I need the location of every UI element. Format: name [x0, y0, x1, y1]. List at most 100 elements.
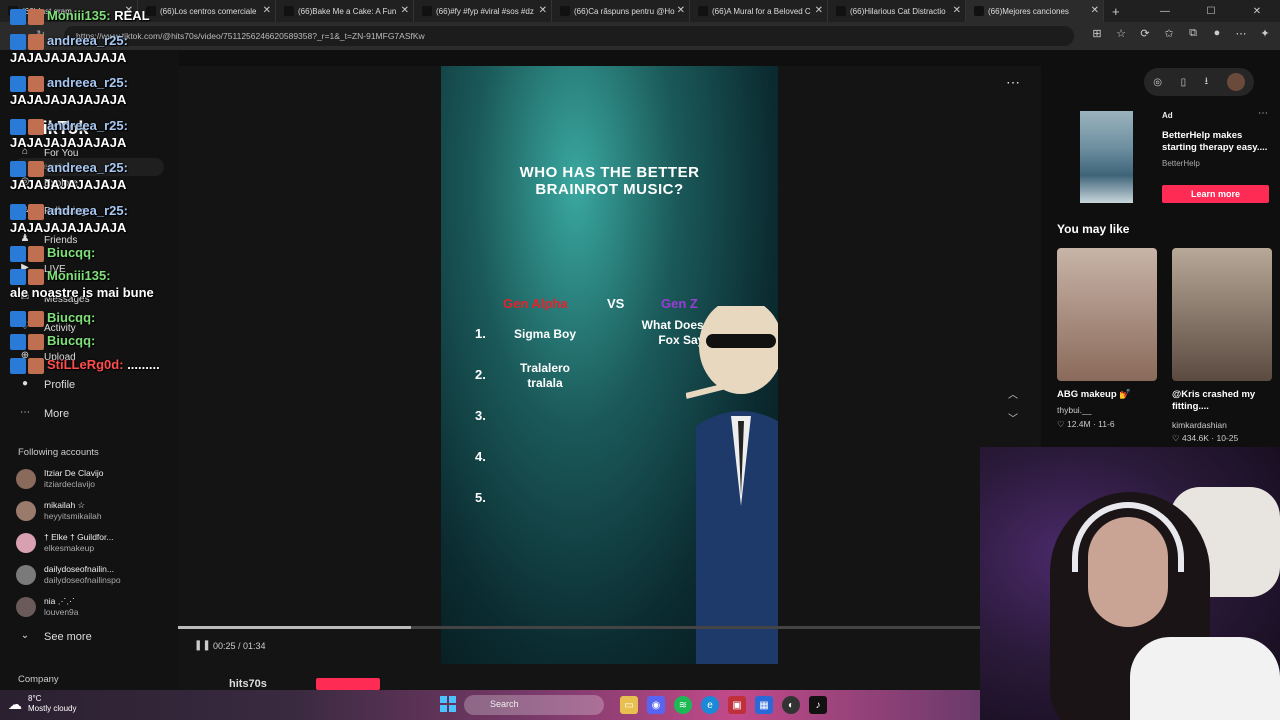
chat-username: Biucqq:	[47, 310, 96, 325]
account-handle: itziardeclavijo	[44, 479, 96, 489]
file-explorer-icon[interactable]: ▭	[620, 696, 638, 714]
apps-icon[interactable]: ⊞	[1090, 27, 1104, 40]
browser-tab[interactable]: (66)#fy #fyp #viral #sos #dz ✕	[414, 0, 552, 22]
maximize-icon[interactable]: ☐	[1188, 0, 1234, 22]
tiktok-icon[interactable]: ♪	[809, 696, 827, 714]
avatar[interactable]	[1226, 73, 1245, 91]
browser-tab[interactable]: (66)Mejores canciones ✕	[966, 0, 1104, 22]
video-author[interactable]: hits70s	[229, 678, 267, 690]
badge-icon	[10, 357, 26, 374]
windows-taskbar: ☁ 8°C Mostly cloudy Search ▭ ◉ ≋ e ▣ ▦ ◐…	[0, 690, 980, 720]
video-player[interactable]: WHO HAS THE BETTER BRAINROT MUSIC? Gen A…	[441, 66, 778, 664]
following-title: Following accounts	[18, 447, 99, 458]
copilot-icon[interactable]: ✦	[1258, 27, 1272, 40]
card-1-title[interactable]: ABG makeup 💅	[1057, 389, 1131, 401]
tiktok-tab-icon	[836, 6, 846, 16]
company-link[interactable]: Company	[18, 674, 59, 685]
video-more-icon[interactable]: ⋯	[1006, 74, 1020, 91]
sidebar-item-more[interactable]: ⋯ More	[18, 407, 69, 421]
chat-text: JAJAJAJAJAJAJA	[10, 176, 127, 192]
card-1-author[interactable]: thybui.__	[1057, 405, 1092, 415]
chat-badges	[10, 203, 44, 220]
spotify-icon[interactable]: ≋	[674, 696, 692, 714]
browser-tab[interactable]: (66)Ca răspuns pentru @Ho ✕	[552, 0, 690, 22]
following-account[interactable]: dailydoseofnailin... dailydoseofnailinspo	[16, 564, 166, 586]
minimize-icon[interactable]: —	[1142, 0, 1188, 22]
close-tab-icon[interactable]: ✕	[263, 5, 271, 16]
down-arrow-icon[interactable]: ﹀	[1008, 410, 1018, 425]
sidebar-item-profile[interactable]: ● Profile	[18, 378, 75, 392]
chat-username: Moniii135:	[47, 8, 111, 23]
weather-widget[interactable]: ☁ 8°C Mostly cloudy	[8, 694, 76, 714]
chat-username: andreea_r25:	[47, 118, 128, 133]
recommend-card-2[interactable]	[1172, 248, 1272, 381]
phone-icon[interactable]: ▯	[1181, 77, 1187, 88]
ad-more-icon[interactable]: ⋯	[1258, 108, 1268, 119]
new-tab-button[interactable]: +	[1104, 4, 1128, 19]
following-account[interactable]: Itziar De Clavijo itziardeclavijo	[16, 468, 166, 490]
close-icon[interactable]: ✕	[1234, 0, 1280, 22]
sidebar-item-label: Friends	[44, 234, 78, 246]
app-icon[interactable]: ▣	[728, 696, 746, 714]
badge-icon	[10, 160, 26, 177]
tab-label: (66)Mejores canciones	[988, 6, 1069, 16]
webcam-feed	[980, 447, 1280, 720]
tab-label: (66)Ca răspuns pentru @Ho	[574, 6, 675, 16]
chat-message: Moniii135: REAL	[10, 8, 150, 25]
account-handle: heyyitsmikailah	[44, 511, 102, 521]
browser-tab[interactable]: (66)Hilarious Cat Distractio ✕	[828, 0, 966, 22]
card-2-title[interactable]: @Kris crashed my fitting....	[1172, 389, 1277, 413]
ad-title[interactable]: BetterHelp makes starting therapy easy..…	[1162, 130, 1272, 154]
profile-avatar-icon[interactable]: ●	[1210, 27, 1224, 40]
tiktok-tab-icon	[974, 6, 984, 16]
video-progress-bar[interactable]	[178, 626, 980, 629]
chat-message: andreea_r25: JAJAJAJAJAJAJA	[10, 160, 128, 193]
tiktok-tab-icon	[560, 6, 570, 16]
compass-icon[interactable]: ◎	[1153, 77, 1162, 88]
favorites-icon[interactable]: ✩	[1162, 27, 1176, 40]
edge-icon[interactable]: e	[701, 696, 719, 714]
windows-start-icon[interactable]	[440, 696, 456, 712]
avatar	[16, 501, 36, 521]
following-account[interactable]: mikailah ☆ heyyitsmikailah	[16, 500, 166, 522]
close-tab-icon[interactable]: ✕	[677, 5, 685, 16]
browser-tab[interactable]: (66)Los centros comerciale ✕	[138, 0, 276, 22]
close-tab-icon[interactable]: ✕	[953, 5, 961, 16]
badge-icon	[10, 310, 26, 327]
close-tab-icon[interactable]: ✕	[401, 5, 409, 16]
collections-icon[interactable]: ⧉	[1186, 27, 1200, 40]
store-icon[interactable]: ▦	[755, 696, 773, 714]
browser-tab[interactable]: (66)Bake Me a Cake: A Fun ✕	[276, 0, 414, 22]
taskbar-search[interactable]: Search	[464, 695, 604, 715]
account-name: Itziar De Clavijo	[44, 468, 104, 478]
tiktok-tab-icon	[698, 6, 708, 16]
chat-badges	[10, 8, 44, 25]
learn-more-button[interactable]: Learn more	[1162, 185, 1269, 203]
up-arrow-icon[interactable]: ︿	[1008, 386, 1018, 401]
following-account[interactable]: † Elke † Guildfor... elkesmakeup	[16, 532, 166, 554]
profile-icon: ●	[21, 378, 29, 389]
follow-button[interactable]	[316, 678, 380, 690]
download-icon[interactable]: ⭳	[1205, 74, 1209, 91]
see-more-button[interactable]: ⌄ See more	[18, 630, 92, 644]
see-more-label: See more	[44, 631, 92, 643]
obs-icon[interactable]: ◐	[782, 696, 800, 714]
discord-icon[interactable]: ◉	[647, 696, 665, 714]
account-name: mikailah ☆	[44, 500, 86, 510]
browser-tab[interactable]: (66)A Mural for a Beloved C ✕	[690, 0, 828, 22]
close-tab-icon[interactable]: ✕	[539, 5, 547, 16]
pause-icon[interactable]: ❚❚	[194, 640, 211, 651]
close-tab-icon[interactable]: ✕	[1091, 5, 1099, 16]
recommend-card-1[interactable]	[1057, 248, 1157, 381]
ad-thumbnail[interactable]	[1080, 111, 1133, 203]
url-field[interactable]: https://www.tiktok.com/@hits70s/video/75…	[64, 26, 1074, 46]
following-account[interactable]: nia ⋰⋰ louven9a	[16, 596, 166, 618]
chat-message: andreea_r25: JAJAJAJAJAJAJA	[10, 118, 128, 151]
close-tab-icon[interactable]: ✕	[815, 5, 823, 16]
star-icon[interactable]: ☆	[1114, 27, 1128, 40]
card-2-author[interactable]: kimkardashian	[1172, 420, 1227, 430]
vs-label: VS	[607, 296, 625, 311]
more-icon[interactable]: ⋯	[1234, 27, 1248, 40]
refresh-icon[interactable]: ⟳	[1138, 27, 1152, 40]
badge-icon	[10, 33, 26, 50]
